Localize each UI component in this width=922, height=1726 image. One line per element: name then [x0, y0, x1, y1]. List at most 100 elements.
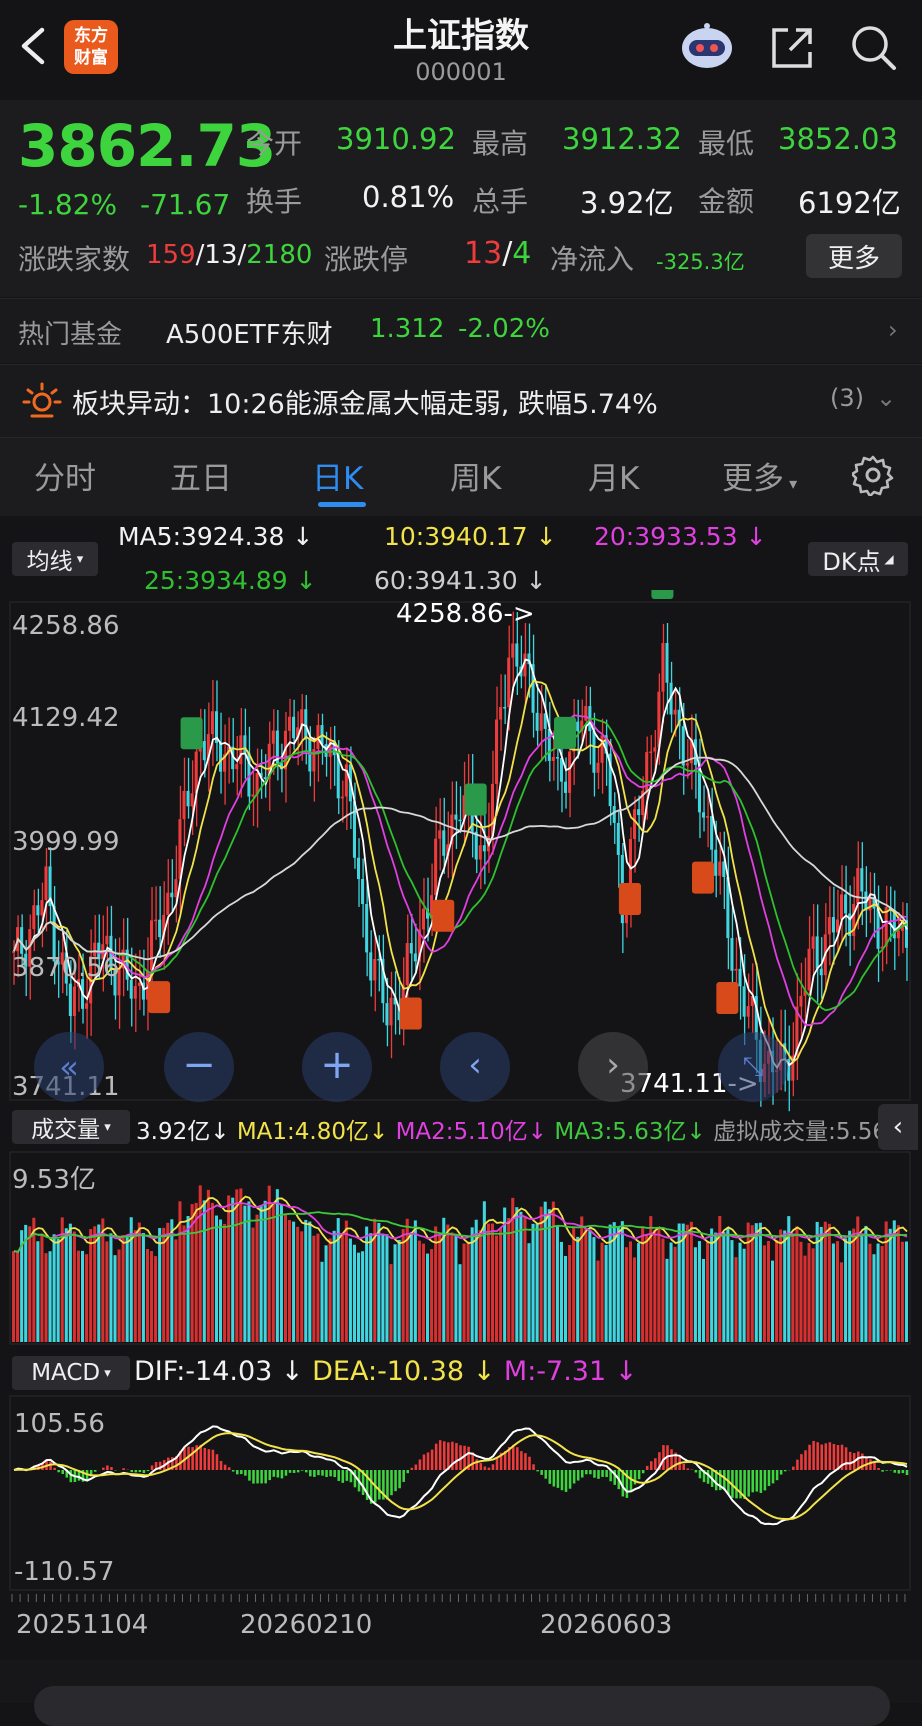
low-value: 3852.03	[778, 122, 898, 156]
collapse-panel-button[interactable]: ‹	[878, 1104, 918, 1150]
candle-body	[478, 845, 482, 860]
volume-bar	[145, 1249, 149, 1342]
ma-selector[interactable]: 均线 ▾	[12, 542, 98, 576]
candle-body	[535, 712, 539, 731]
volume-bar	[835, 1241, 839, 1342]
turnover-value: 0.81%	[362, 180, 455, 214]
volume-bar	[401, 1228, 405, 1342]
candle-body	[166, 892, 170, 915]
limit-label: 涨跌停	[324, 243, 409, 276]
volume-bar	[332, 1230, 336, 1342]
volume-bar	[186, 1216, 190, 1342]
volume-bar	[324, 1245, 328, 1342]
volume-bar	[860, 1236, 864, 1342]
candle-body	[174, 879, 178, 898]
zoom-in-button[interactable]: +	[302, 1032, 372, 1102]
td-mark	[399, 997, 422, 1030]
volume-bar	[56, 1239, 60, 1342]
volume-bar	[292, 1221, 296, 1342]
candle-body	[568, 751, 572, 793]
candle-body	[458, 819, 462, 822]
ma5-legend: MA5:3924.38 ↓	[118, 522, 314, 551]
chevron-right-icon[interactable]: ›	[888, 316, 898, 344]
tab-daily-k[interactable]: 日K	[312, 453, 363, 498]
volume-bar	[271, 1202, 275, 1342]
dk-point-toggle[interactable]: DK点 ◢	[808, 542, 908, 576]
volume-bar	[328, 1238, 332, 1342]
candle-body	[190, 793, 194, 807]
volume-bar	[470, 1227, 474, 1342]
volume-bar	[543, 1201, 547, 1342]
share-icon[interactable]	[768, 24, 816, 72]
zoom-out-button[interactable]: −	[164, 1032, 234, 1102]
candle-body	[860, 868, 864, 892]
candle-body	[649, 751, 653, 753]
volume-bar	[36, 1241, 40, 1342]
candle-body	[819, 968, 823, 976]
macd-top-label: 105.56	[14, 1409, 105, 1439]
volume-bar	[466, 1241, 470, 1342]
candle-body	[702, 812, 706, 818]
volume-bar	[657, 1228, 661, 1342]
volume-bar	[523, 1216, 527, 1342]
candle-body	[72, 986, 76, 1017]
volume-bar	[620, 1221, 624, 1342]
hot-fund-name[interactable]: A500ETF东财	[166, 314, 333, 351]
volume-bar	[490, 1223, 494, 1342]
volume-bar	[637, 1243, 641, 1342]
hot-fund-percent: -2.02%	[458, 314, 550, 344]
volume-bar	[377, 1222, 381, 1342]
candle-body	[357, 857, 361, 880]
scroll-right-button[interactable]: ›	[578, 1032, 648, 1102]
volume-bar	[499, 1227, 503, 1342]
candle-body	[547, 728, 551, 761]
volume-bar	[564, 1255, 568, 1342]
tab-weekly-k[interactable]: 周K	[450, 453, 501, 498]
candle-body	[551, 757, 555, 761]
volume-bar	[900, 1241, 904, 1342]
tab-monthly-k[interactable]: 月K	[588, 453, 639, 498]
volume-bar	[584, 1228, 588, 1342]
volume-bar	[535, 1224, 539, 1342]
tab-intraday[interactable]: 分时	[34, 453, 96, 498]
candle-body	[482, 845, 486, 852]
candle-body	[373, 958, 377, 981]
fullscreen-button[interactable]: ⤡	[718, 1032, 788, 1102]
bottom-input-pill[interactable]	[34, 1686, 890, 1726]
candle-body	[827, 917, 831, 935]
candle-body	[592, 731, 596, 773]
macd-indicator-selector[interactable]: MACD ▾	[12, 1356, 130, 1390]
volume-bar	[255, 1214, 259, 1342]
scroll-far-left-button[interactable]: «	[34, 1032, 104, 1102]
candle-body	[840, 894, 844, 920]
volume-bar	[539, 1206, 543, 1342]
search-icon[interactable]	[848, 22, 898, 72]
volume-bar	[413, 1220, 417, 1342]
volume-bar	[235, 1189, 239, 1342]
more-button[interactable]: 更多	[806, 234, 902, 278]
volume-bar	[40, 1233, 44, 1342]
volume-bar	[876, 1243, 880, 1342]
volume-bar	[259, 1205, 263, 1342]
volume-bar	[458, 1264, 462, 1342]
candle-body	[564, 781, 568, 793]
candle-body	[210, 711, 214, 735]
volume-bar	[507, 1217, 511, 1342]
volume-bar	[746, 1222, 750, 1342]
amount-value: 6192亿	[798, 186, 901, 220]
tab-more[interactable]: 更多 ▾	[722, 453, 797, 498]
scroll-left-button[interactable]: ‹	[440, 1032, 510, 1102]
volume-bars	[12, 1185, 908, 1342]
volume-bar	[791, 1234, 795, 1342]
robot-assistant-icon[interactable]	[678, 22, 736, 72]
chevron-down-icon[interactable]: ⌄	[876, 384, 896, 412]
volume-indicator-selector[interactable]: 成交量 ▾	[12, 1110, 130, 1144]
gear-icon[interactable]	[852, 454, 894, 496]
time-axis-ticks	[11, 1594, 906, 1602]
volume-bar	[689, 1221, 693, 1342]
tab-five-day[interactable]: 五日	[170, 453, 232, 498]
volume-bar	[283, 1214, 287, 1342]
candle-body	[170, 892, 174, 898]
candle-body	[44, 866, 48, 901]
volume-bar	[896, 1225, 900, 1342]
